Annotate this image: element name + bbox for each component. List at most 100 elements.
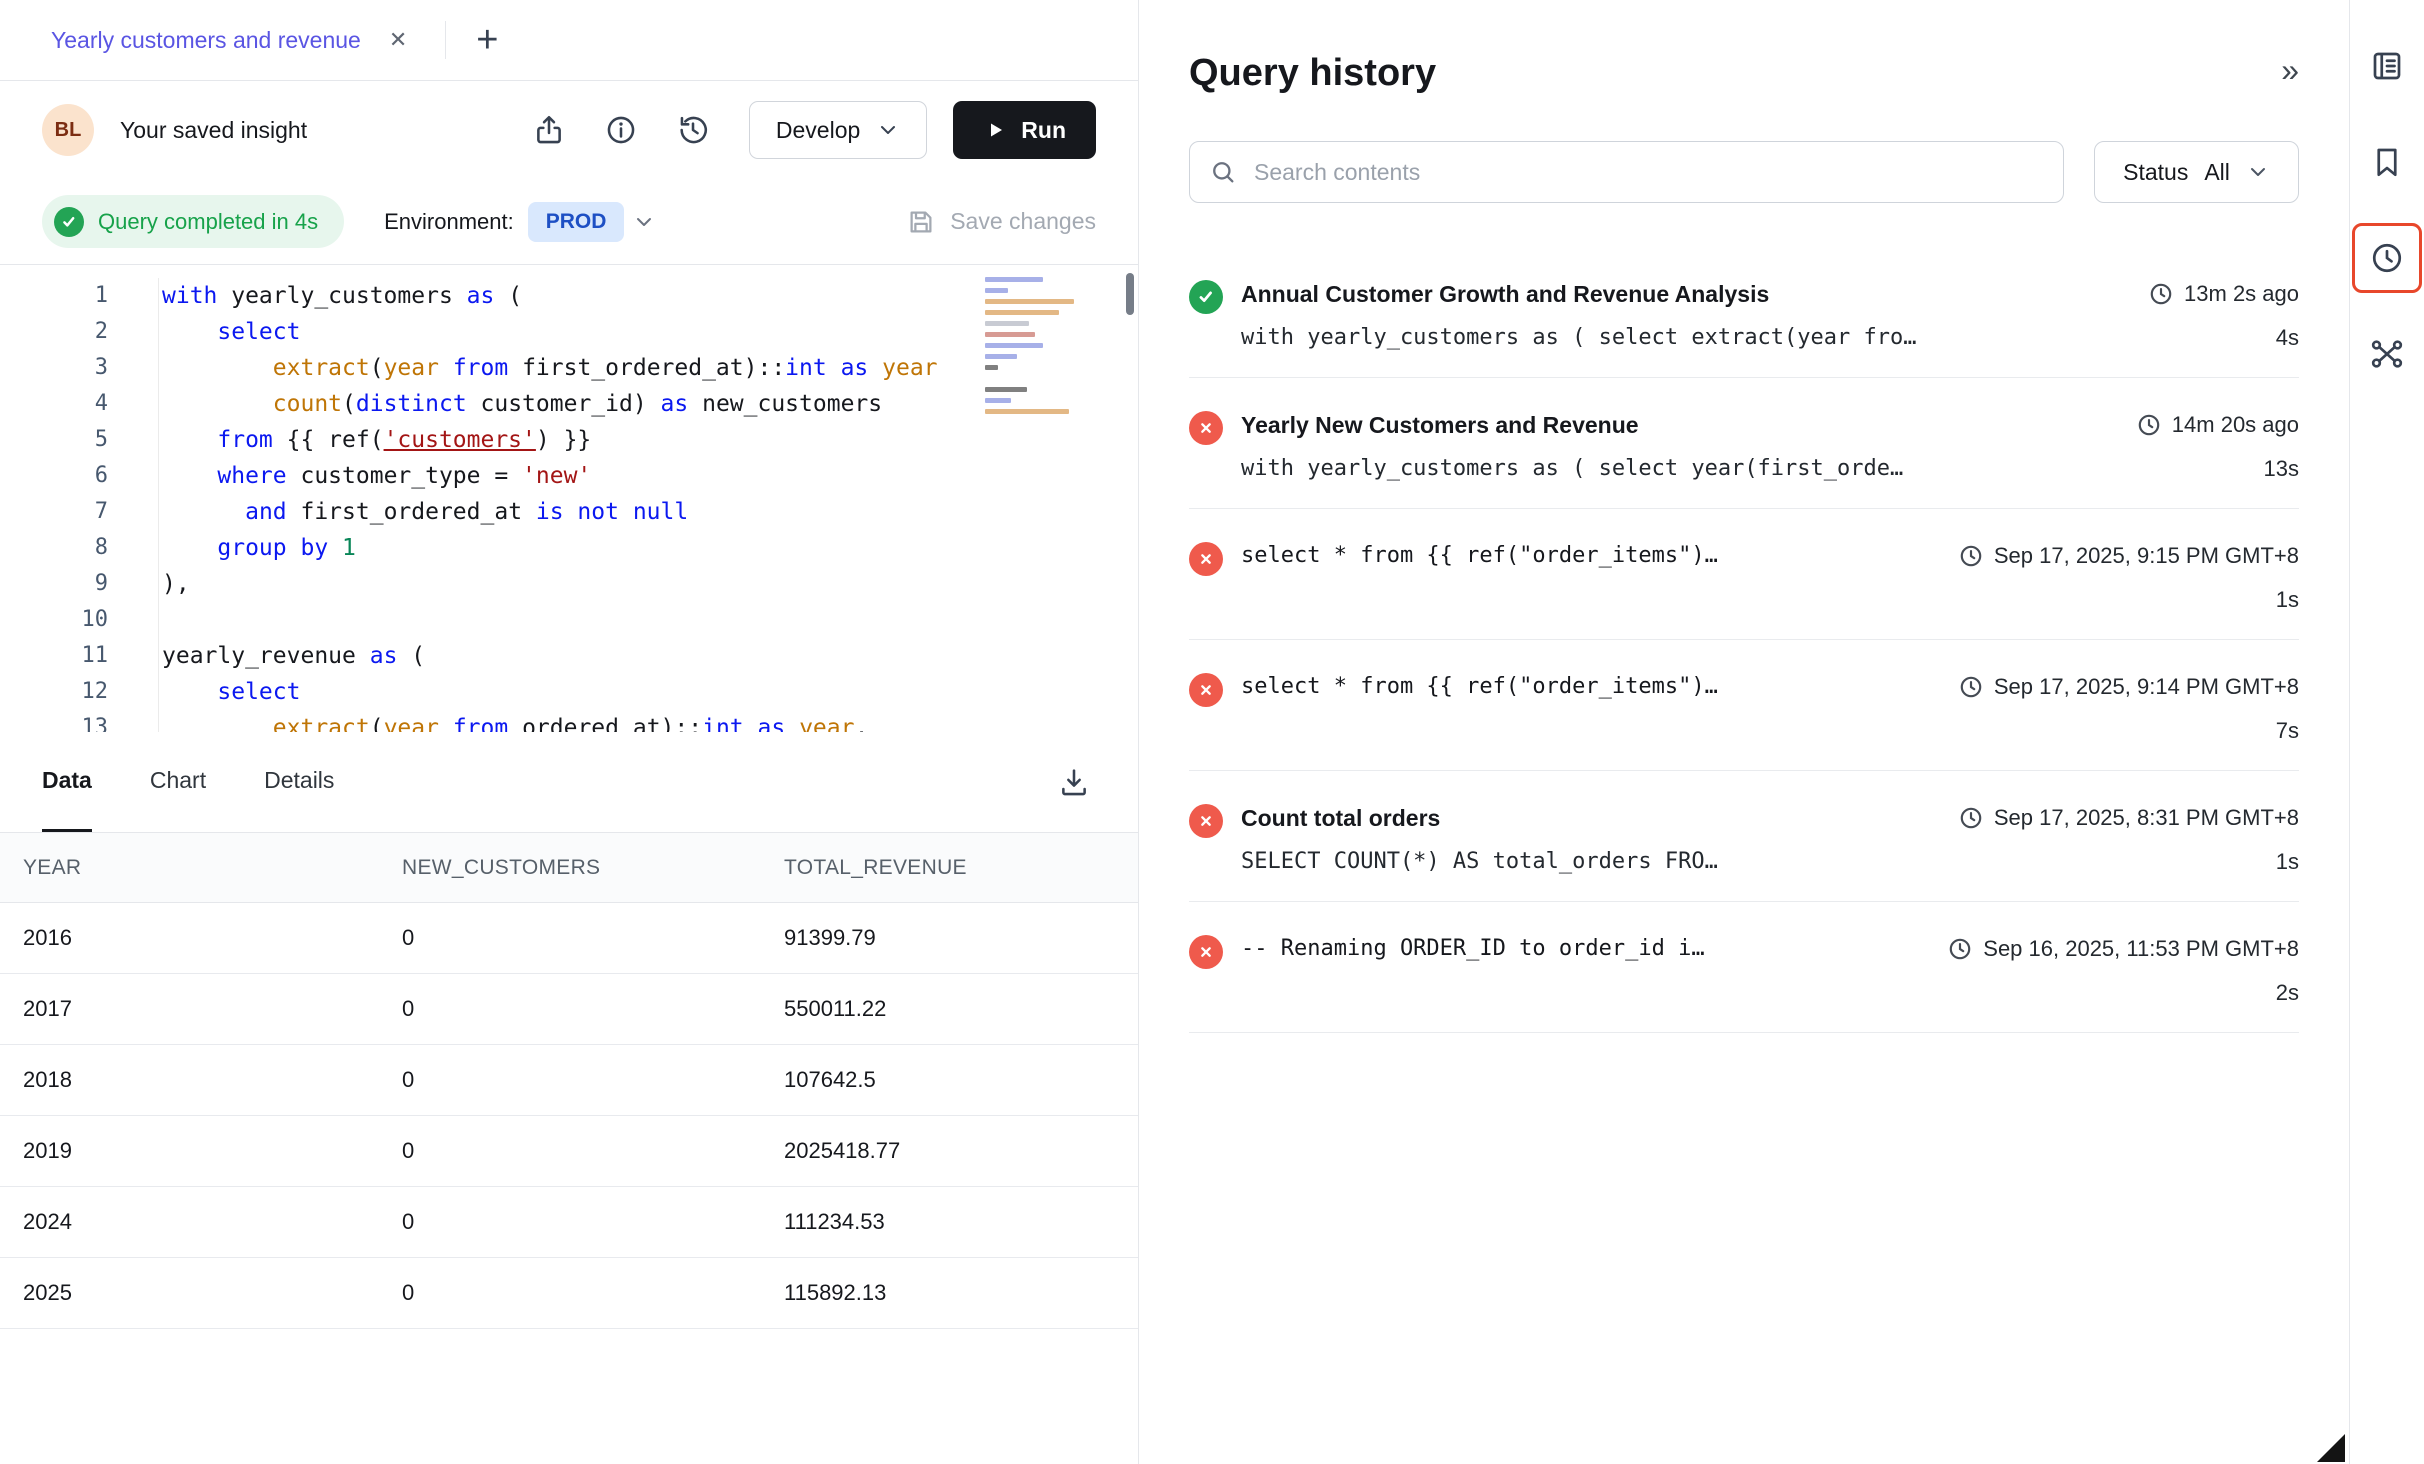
- code-text: group by 1: [158, 530, 356, 566]
- search-box: [1189, 141, 2064, 203]
- download-results-button[interactable]: [1052, 760, 1096, 804]
- success-check-icon: [54, 207, 84, 237]
- environment-value-badge[interactable]: PROD: [528, 202, 625, 242]
- query-history-item[interactable]: select * from {{ ref("order_items")…Sep …: [1189, 640, 2299, 771]
- code-line[interactable]: 11yearly_revenue as (: [0, 638, 1138, 674]
- table-row[interactable]: 20250115892.13: [0, 1258, 1138, 1329]
- run-button[interactable]: Run: [953, 101, 1096, 159]
- code-line[interactable]: 10: [0, 602, 1138, 638]
- query-history-item-time: Sep 16, 2025, 11:53 PM GMT+8: [1947, 932, 2299, 966]
- code-line[interactable]: 1with yearly_customers as (: [0, 278, 1138, 314]
- search-input[interactable]: [1189, 141, 2064, 203]
- column-header: NEW_CUSTOMERS: [402, 856, 784, 880]
- code-text: and first_ordered_at is not null: [158, 494, 688, 530]
- query-history-item[interactable]: -- Renaming ORDER_ID to order_id i…Sep 1…: [1189, 902, 2299, 1033]
- status-filter-value: All: [2204, 159, 2230, 186]
- history-icon[interactable]: [2367, 238, 2407, 278]
- table-row[interactable]: 20180107642.5: [0, 1045, 1138, 1116]
- table-row[interactable]: 201902025418.77: [0, 1116, 1138, 1187]
- code-line[interactable]: 7 and first_ordered_at is not null: [0, 494, 1138, 530]
- line-number: 12: [0, 674, 108, 710]
- query-history-item-title: Yearly New Customers and Revenue: [1241, 408, 2106, 442]
- table-row[interactable]: 2016091399.79: [0, 903, 1138, 974]
- code-line[interactable]: 9),: [0, 566, 1138, 602]
- code-text: count(distinct customer_id) as new_custo…: [158, 386, 882, 422]
- code-line[interactable]: 4 count(distinct customer_id) as new_cus…: [0, 386, 1138, 422]
- code-line[interactable]: 2 select: [0, 314, 1138, 350]
- error-icon: [1189, 411, 1223, 445]
- query-history-panel: Query history » Status All Annual Custom…: [1139, 0, 2349, 1464]
- results-tab-data[interactable]: Data: [42, 732, 92, 832]
- query-history-item-duration: 4s: [2148, 325, 2299, 351]
- sql-editor[interactable]: 1with yearly_customers as (2 select3 ext…: [0, 265, 1138, 732]
- code-lines: 1with yearly_customers as (2 select3 ext…: [0, 278, 1138, 732]
- table-cell: 91399.79: [784, 925, 1138, 951]
- table-cell: 2019: [0, 1138, 402, 1164]
- code-line[interactable]: 8 group by 1: [0, 530, 1138, 566]
- query-history-item[interactable]: Count total ordersSELECT COUNT(*) AS tot…: [1189, 771, 2299, 902]
- code-line[interactable]: 3 extract(year from first_ordered_at)::i…: [0, 350, 1138, 386]
- chevron-down-icon: [876, 118, 900, 142]
- line-number: 2: [0, 314, 108, 350]
- query-history-item-title: select * from {{ ref("order_items")…: [1241, 539, 1928, 573]
- table-body: 2016091399.7920170550011.2220180107642.5…: [0, 903, 1138, 1329]
- error-icon: [1189, 804, 1223, 838]
- editor-panel: Yearly customers and revenue ✕ + BL Your…: [0, 0, 1139, 1464]
- share-button[interactable]: [527, 108, 571, 152]
- query-history-item-duration: 1s: [1958, 587, 2299, 613]
- line-number: 5: [0, 422, 108, 458]
- query-history-item[interactable]: select * from {{ ref("order_items")… Sep …: [1189, 509, 2299, 640]
- query-history-item-duration: 1s: [1958, 849, 2299, 875]
- tab-separator: [445, 21, 446, 59]
- query-history-item-duration: 7s: [1958, 718, 2299, 744]
- line-number: 7: [0, 494, 108, 530]
- table-cell: 550011.22: [784, 996, 1138, 1022]
- line-number: 4: [0, 386, 108, 422]
- environment-chevron-icon[interactable]: [632, 210, 656, 234]
- table-cell: 0: [402, 1138, 784, 1164]
- query-history-item-snippet: SELECT COUNT(*) AS total_orders FRO…: [1241, 849, 1928, 874]
- code-line[interactable]: 5 from {{ ref('customers') }}: [0, 422, 1138, 458]
- table-cell: 0: [402, 1280, 784, 1306]
- query-history-item-time: Sep 17, 2025, 9:15 PM GMT+8: [1958, 539, 2299, 573]
- develop-button[interactable]: Develop: [749, 101, 927, 159]
- tab-yearly-customers-and-revenue[interactable]: Yearly customers and revenue ✕: [0, 0, 445, 80]
- code-text: where customer_type = 'new': [158, 458, 591, 494]
- table-cell: 2025418.77: [784, 1138, 1138, 1164]
- status-filter-button[interactable]: Status All: [2094, 141, 2299, 203]
- download-icon: [1057, 765, 1091, 799]
- code-text: select: [158, 314, 300, 350]
- code-line[interactable]: 13 extract(year from ordered_at)::int as…: [0, 710, 1138, 732]
- save-changes-button[interactable]: Save changes: [906, 207, 1096, 237]
- save-changes-label: Save changes: [950, 208, 1096, 235]
- table-cell: 0: [402, 1067, 784, 1093]
- notebook-list-icon[interactable]: [2367, 46, 2407, 86]
- version-history-button[interactable]: [671, 108, 715, 152]
- table-cell: 2016: [0, 925, 402, 951]
- query-history-title: Query history: [1189, 52, 2299, 95]
- results-tab-chart[interactable]: Chart: [150, 732, 206, 832]
- table-cell: 2024: [0, 1209, 402, 1235]
- results-tab-details[interactable]: Details: [264, 732, 334, 832]
- table-row[interactable]: 20170550011.22: [0, 974, 1138, 1045]
- table-cell: 111234.53: [784, 1209, 1138, 1235]
- editor-scrollbar[interactable]: [1126, 273, 1134, 315]
- tab-close-icon[interactable]: ✕: [389, 27, 407, 53]
- code-line[interactable]: 12 select: [0, 674, 1138, 710]
- lineage-icon[interactable]: [2367, 334, 2407, 374]
- bookmark-icon[interactable]: [2367, 142, 2407, 182]
- query-history-item[interactable]: Yearly New Customers and Revenuewith yea…: [1189, 378, 2299, 509]
- collapse-panel-button[interactable]: »: [2281, 54, 2299, 86]
- avatar[interactable]: BL: [42, 104, 94, 156]
- line-number: 9: [0, 566, 108, 602]
- query-history-item[interactable]: Annual Customer Growth and Revenue Analy…: [1189, 247, 2299, 378]
- query-history-item-duration: 13s: [2136, 456, 2299, 482]
- table-row[interactable]: 20240111234.53: [0, 1187, 1138, 1258]
- resize-handle[interactable]: [2317, 1434, 2345, 1462]
- code-text: with yearly_customers as (: [158, 278, 522, 314]
- new-tab-button[interactable]: +: [476, 21, 498, 59]
- info-button[interactable]: [599, 108, 643, 152]
- code-text: [158, 602, 162, 638]
- code-line[interactable]: 6 where customer_type = 'new': [0, 458, 1138, 494]
- editor-minimap[interactable]: [985, 277, 1090, 420]
